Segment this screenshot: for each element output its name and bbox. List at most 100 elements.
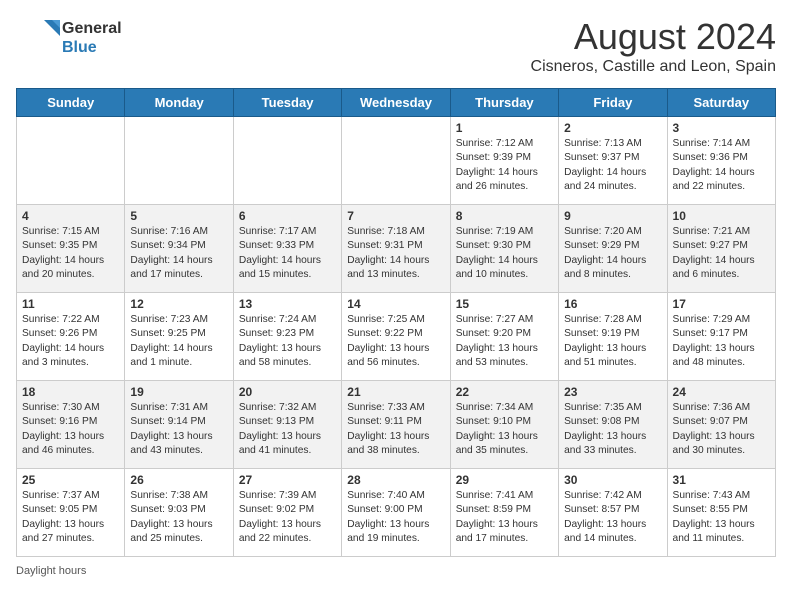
day-info: Sunrise: 7:36 AMSunset: 9:07 PMDaylight:… bbox=[673, 402, 755, 456]
day-info: Sunrise: 7:42 AMSunset: 8:57 PMDaylight:… bbox=[564, 490, 646, 544]
day-number: 11 bbox=[22, 297, 119, 311]
title-area: August 2024 Cisneros, Castille and Leon,… bbox=[531, 16, 776, 76]
calendar-day-cell: 30 Sunrise: 7:42 AMSunset: 8:57 PMDayligh… bbox=[559, 469, 667, 557]
footer: Daylight hours bbox=[16, 565, 776, 577]
calendar-day-cell bbox=[125, 117, 233, 205]
logo-blue-text: Blue bbox=[62, 38, 122, 57]
day-number: 15 bbox=[456, 297, 553, 311]
day-info: Sunrise: 7:13 AMSunset: 9:37 PMDaylight:… bbox=[564, 138, 646, 192]
calendar-day-cell: 19Sunrise: 7:31 AMSunset: 9:14 PMDayligh… bbox=[125, 381, 233, 469]
calendar-day-cell: 16 Sunrise: 7:28 AMSunset: 9:19 PMDayligh… bbox=[559, 293, 667, 381]
calendar-day-cell: 13 Sunrise: 7:24 AMSunset: 9:23 PMDayligh… bbox=[233, 293, 341, 381]
logo-general-text: General bbox=[62, 19, 122, 38]
calendar-day-cell: 24 Sunrise: 7:36 AMSunset: 9:07 PMDayligh… bbox=[667, 381, 775, 469]
day-number: 18 bbox=[22, 385, 119, 399]
day-number: 17 bbox=[673, 297, 770, 311]
day-number: 26 bbox=[130, 473, 227, 487]
day-number: 22 bbox=[456, 385, 553, 399]
calendar-day-cell: 26 Sunrise: 7:38 AMSunset: 9:03 PMDayligh… bbox=[125, 469, 233, 557]
calendar-week-row: 1 Sunrise: 7:12 AMSunset: 9:39 PMDaylight… bbox=[17, 117, 776, 205]
day-info: Sunrise: 7:28 AMSunset: 9:19 PMDaylight:… bbox=[564, 314, 646, 368]
logo: GeneralBlue bbox=[16, 16, 122, 60]
calendar-day-cell: 9Sunrise: 7:20 AMSunset: 9:29 PMDaylight… bbox=[559, 205, 667, 293]
day-number: 16 bbox=[564, 297, 661, 311]
calendar-day-cell: 18 Sunrise: 7:30 AMSunset: 9:16 PMDayligh… bbox=[17, 381, 125, 469]
day-info: Sunrise: 7:33 AMSunset: 9:11 PMDaylight:… bbox=[347, 402, 429, 456]
day-info: Sunrise: 7:32 AMSunset: 9:13 PMDaylight:… bbox=[239, 402, 321, 456]
calendar-week-row: 25Sunrise: 7:37 AMSunset: 9:05 PMDayligh… bbox=[17, 469, 776, 557]
day-number: 27 bbox=[239, 473, 336, 487]
calendar-day-cell: 22Sunrise: 7:34 AMSunset: 9:10 PMDayligh… bbox=[450, 381, 558, 469]
calendar-day-cell: 25Sunrise: 7:37 AMSunset: 9:05 PMDayligh… bbox=[17, 469, 125, 557]
calendar-day-cell: 11Sunrise: 7:22 AMSunset: 9:26 PMDayligh… bbox=[17, 293, 125, 381]
day-info: Sunrise: 7:38 AMSunset: 9:03 PMDaylight:… bbox=[130, 490, 212, 544]
day-info: Sunrise: 7:21 AMSunset: 9:27 PMDaylight:… bbox=[673, 226, 755, 280]
day-number: 10 bbox=[673, 209, 770, 223]
header-saturday: Saturday bbox=[667, 89, 775, 117]
day-number: 12 bbox=[130, 297, 227, 311]
logo-inner: GeneralBlue bbox=[16, 16, 122, 60]
day-number: 30 bbox=[564, 473, 661, 487]
day-info: Sunrise: 7:24 AMSunset: 9:23 PMDaylight:… bbox=[239, 314, 321, 368]
day-number: 21 bbox=[347, 385, 444, 399]
day-info: Sunrise: 7:19 AMSunset: 9:30 PMDaylight:… bbox=[456, 226, 538, 280]
calendar-day-cell: 23 Sunrise: 7:35 AMSunset: 9:08 PMDayligh… bbox=[559, 381, 667, 469]
day-number: 6 bbox=[239, 209, 336, 223]
day-info: Sunrise: 7:25 AMSunset: 9:22 PMDaylight:… bbox=[347, 314, 429, 368]
calendar-day-cell: 14 Sunrise: 7:25 AMSunset: 9:22 PMDayligh… bbox=[342, 293, 450, 381]
day-number: 14 bbox=[347, 297, 444, 311]
day-number: 5 bbox=[130, 209, 227, 223]
calendar-day-cell: 10 Sunrise: 7:21 AMSunset: 9:27 PMDayligh… bbox=[667, 205, 775, 293]
day-number: 23 bbox=[564, 385, 661, 399]
calendar-day-cell bbox=[17, 117, 125, 205]
calendar-day-cell: 7 Sunrise: 7:18 AMSunset: 9:31 PMDaylight… bbox=[342, 205, 450, 293]
day-info: Sunrise: 7:29 AMSunset: 9:17 PMDaylight:… bbox=[673, 314, 755, 368]
day-info: Sunrise: 7:16 AMSunset: 9:34 PMDaylight:… bbox=[130, 226, 212, 280]
day-number: 20 bbox=[239, 385, 336, 399]
day-number: 24 bbox=[673, 385, 770, 399]
day-number: 7 bbox=[347, 209, 444, 223]
calendar-day-cell bbox=[233, 117, 341, 205]
day-info: Sunrise: 7:35 AMSunset: 9:08 PMDaylight:… bbox=[564, 402, 646, 456]
day-info: Sunrise: 7:18 AMSunset: 9:31 PMDaylight:… bbox=[347, 226, 429, 280]
calendar-day-cell: 27Sunrise: 7:39 AMSunset: 9:02 PMDayligh… bbox=[233, 469, 341, 557]
header-monday: Monday bbox=[125, 89, 233, 117]
calendar-day-cell: 29 Sunrise: 7:41 AMSunset: 8:59 PMDayligh… bbox=[450, 469, 558, 557]
calendar-week-row: 11Sunrise: 7:22 AMSunset: 9:26 PMDayligh… bbox=[17, 293, 776, 381]
days-header-row: Sunday Monday Tuesday Wednesday Thursday… bbox=[17, 89, 776, 117]
calendar-day-cell: 20 Sunrise: 7:32 AMSunset: 9:13 PMDayligh… bbox=[233, 381, 341, 469]
calendar-week-row: 4 Sunrise: 7:15 AMSunset: 9:35 PMDaylight… bbox=[17, 205, 776, 293]
header-thursday: Thursday bbox=[450, 89, 558, 117]
day-number: 9 bbox=[564, 209, 661, 223]
day-number: 4 bbox=[22, 209, 119, 223]
calendar-header: Sunday Monday Tuesday Wednesday Thursday… bbox=[17, 89, 776, 117]
day-number: 3 bbox=[673, 121, 770, 135]
day-number: 31 bbox=[673, 473, 770, 487]
day-number: 25 bbox=[22, 473, 119, 487]
calendar-day-cell: 8 Sunrise: 7:19 AMSunset: 9:30 PMDaylight… bbox=[450, 205, 558, 293]
calendar-day-cell: 15 Sunrise: 7:27 AMSunset: 9:20 PMDayligh… bbox=[450, 293, 558, 381]
calendar-day-cell: 5 Sunrise: 7:16 AMSunset: 9:34 PMDaylight… bbox=[125, 205, 233, 293]
header-sunday: Sunday bbox=[17, 89, 125, 117]
day-number: 13 bbox=[239, 297, 336, 311]
calendar-day-cell: 3Sunrise: 7:14 AMSunset: 9:36 PMDaylight… bbox=[667, 117, 775, 205]
day-number: 28 bbox=[347, 473, 444, 487]
day-info: Sunrise: 7:15 AMSunset: 9:35 PMDaylight:… bbox=[22, 226, 104, 280]
calendar-day-cell: 17 Sunrise: 7:29 AMSunset: 9:17 PMDayligh… bbox=[667, 293, 775, 381]
day-info: Sunrise: 7:40 AMSunset: 9:00 PMDaylight:… bbox=[347, 490, 429, 544]
header-tuesday: Tuesday bbox=[233, 89, 341, 117]
day-info: Sunrise: 7:27 AMSunset: 9:20 PMDaylight:… bbox=[456, 314, 538, 368]
day-info: Sunrise: 7:41 AMSunset: 8:59 PMDaylight:… bbox=[456, 490, 538, 544]
day-info: Sunrise: 7:30 AMSunset: 9:16 PMDaylight:… bbox=[22, 402, 104, 456]
day-info: Sunrise: 7:31 AMSunset: 9:14 PMDaylight:… bbox=[130, 402, 212, 456]
day-info: Sunrise: 7:43 AMSunset: 8:55 PMDaylight:… bbox=[673, 490, 755, 544]
header-wednesday: Wednesday bbox=[342, 89, 450, 117]
day-number: 29 bbox=[456, 473, 553, 487]
day-number: 8 bbox=[456, 209, 553, 223]
calendar-day-cell: 4 Sunrise: 7:15 AMSunset: 9:35 PMDaylight… bbox=[17, 205, 125, 293]
day-info: Sunrise: 7:23 AMSunset: 9:25 PMDaylight:… bbox=[130, 314, 212, 368]
day-number: 1 bbox=[456, 121, 553, 135]
day-info: Sunrise: 7:12 AMSunset: 9:39 PMDaylight:… bbox=[456, 138, 538, 192]
calendar-week-row: 18 Sunrise: 7:30 AMSunset: 9:16 PMDayligh… bbox=[17, 381, 776, 469]
daylight-hours-label: Daylight hours bbox=[16, 565, 86, 577]
